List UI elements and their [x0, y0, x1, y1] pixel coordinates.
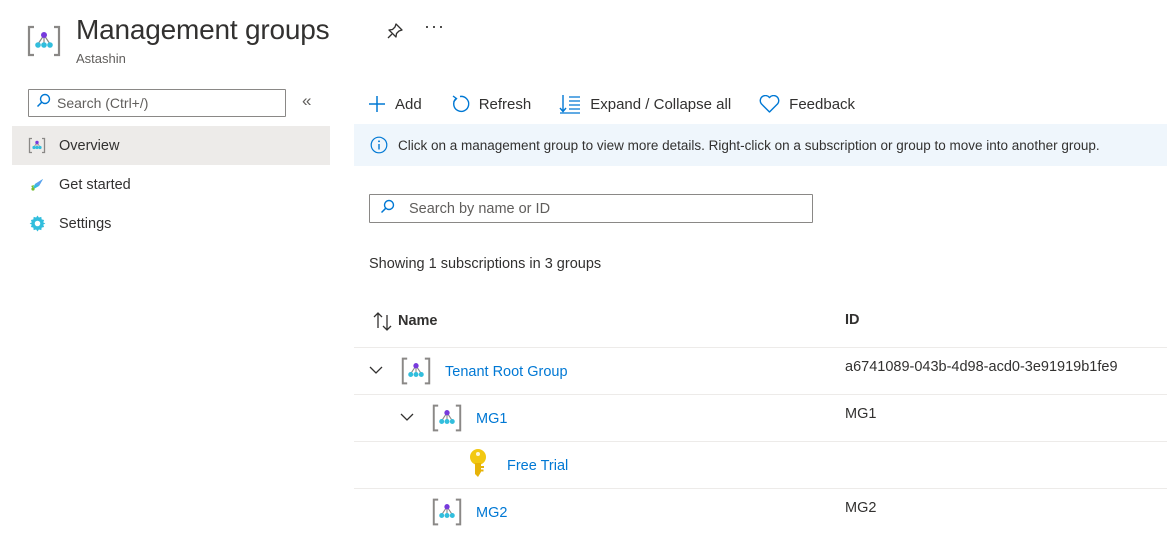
- search-box[interactable]: [369, 194, 813, 223]
- refresh-label: Refresh: [478, 95, 532, 113]
- sidebar-search-box[interactable]: [28, 89, 286, 117]
- main-content: Add Refresh Expand / Collapse all Feedba…: [354, 86, 1167, 534]
- sidebar-search-input[interactable]: [57, 95, 277, 111]
- search-icon: [380, 199, 395, 219]
- command-bar: Add Refresh Expand / Collapse all Feedba…: [368, 89, 883, 119]
- row-name-link[interactable]: Free Trial: [507, 458, 568, 474]
- summary-text: Showing 1 subscriptions in 3 groups: [369, 256, 602, 272]
- chevron-down-icon[interactable]: [399, 409, 415, 430]
- add-button[interactable]: Add: [368, 95, 422, 113]
- rocket-icon: [28, 176, 46, 194]
- table-row[interactable]: MG1 MG1: [354, 395, 1167, 442]
- page-title: Management groups: [76, 14, 330, 45]
- sort-icon[interactable]: [372, 311, 394, 331]
- table-row[interactable]: Free Trial: [354, 442, 1167, 489]
- add-label: Add: [395, 95, 422, 113]
- table-row[interactable]: MG2 MG2: [354, 489, 1167, 534]
- more-icon[interactable]: ···: [424, 16, 445, 37]
- management-group-icon: [431, 403, 463, 438]
- sidebar-item-settings[interactable]: Settings: [12, 204, 330, 243]
- management-groups-table: Name ID Tenant Root Group a6741089-043b-…: [354, 296, 1167, 534]
- page-subtitle: Astashin: [76, 51, 126, 66]
- info-banner-text: Click on a management group to view more…: [398, 137, 1100, 153]
- plus-icon: [368, 95, 386, 113]
- name-column-header[interactable]: Name: [372, 311, 438, 331]
- sidebar-item-label: Settings: [59, 215, 112, 232]
- refresh-icon: [450, 94, 470, 114]
- expand-collapse-label: Expand / Collapse all: [590, 95, 732, 113]
- chevron-down-icon[interactable]: [368, 362, 384, 383]
- id-column-header: ID: [845, 312, 860, 328]
- gear-icon: [28, 215, 46, 233]
- row-name-link[interactable]: Tenant Root Group: [445, 364, 568, 380]
- expand-collapse-all-button[interactable]: Expand / Collapse all: [559, 94, 731, 114]
- feedback-button[interactable]: Feedback: [759, 95, 855, 113]
- table-header: Name ID: [354, 296, 1167, 348]
- row-id: a6741089-043b-4d98-acd0-3e91919b1fe9: [845, 359, 1118, 375]
- row-name-link[interactable]: MG2: [476, 505, 507, 521]
- management-group-icon: [431, 497, 463, 532]
- row-name-link[interactable]: MG1: [476, 411, 507, 427]
- management-group-icon: [400, 356, 432, 391]
- refresh-button[interactable]: Refresh: [450, 94, 532, 114]
- page-header: Management groups Astashin ···: [26, 12, 626, 72]
- management-groups-icon: [26, 24, 62, 63]
- row-id: MG2: [845, 500, 877, 516]
- feedback-label: Feedback: [789, 95, 856, 113]
- sidebar-item-label: Overview: [59, 137, 120, 154]
- info-banner: Click on a management group to view more…: [354, 124, 1167, 166]
- expand-collapse-icon: [559, 94, 581, 114]
- search-icon: [36, 93, 51, 113]
- info-icon: [370, 136, 388, 154]
- key-icon: [467, 448, 489, 485]
- sidebar: « Overview: [12, 86, 330, 526]
- row-id: MG1: [845, 406, 877, 422]
- heart-icon: [759, 95, 780, 113]
- sidebar-item-get-started[interactable]: Get started: [12, 165, 330, 204]
- sidebar-nav: Overview Get started Settings: [12, 126, 330, 243]
- collapse-sidebar-button[interactable]: «: [302, 91, 311, 111]
- search-input[interactable]: [409, 200, 809, 217]
- table-row[interactable]: Tenant Root Group a6741089-043b-4d98-acd…: [354, 348, 1167, 395]
- sidebar-item-overview[interactable]: Overview: [12, 126, 330, 165]
- management-groups-icon: [28, 137, 46, 155]
- pin-icon[interactable]: [386, 22, 404, 45]
- sidebar-item-label: Get started: [59, 176, 131, 193]
- name-column-label: Name: [398, 313, 438, 329]
